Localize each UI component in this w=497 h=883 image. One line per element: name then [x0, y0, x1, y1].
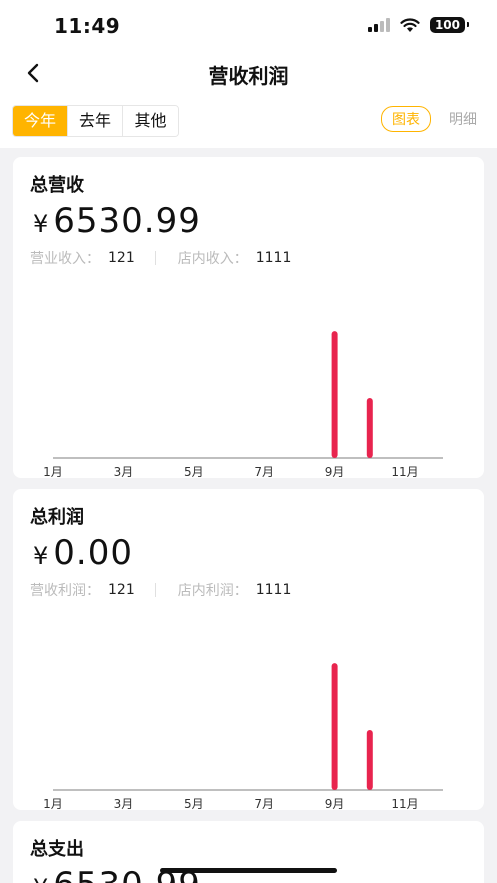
x-tick-label: 3月 [114, 465, 134, 478]
amount-number: 0.00 [53, 533, 133, 573]
currency-symbol: ¥ [33, 210, 50, 238]
revenue-bar-chart: 1月 3月 5月 7月 9月 11月 [13, 287, 484, 478]
sub-value: 1111 [255, 582, 292, 598]
x-tick-label: 9月 [325, 797, 345, 810]
card-title: 总利润 [30, 507, 84, 528]
x-tick-label: 9月 [325, 465, 345, 478]
tab-last-year[interactable]: 去年 [68, 106, 123, 136]
x-tick-label: 1月 [43, 465, 63, 478]
card-title: 总营收 [30, 175, 84, 196]
sub-label: 店内利润： [177, 583, 248, 599]
bar-chart-svg: 1月 3月 5月 7月 9月 11月 [43, 663, 443, 810]
currency-symbol: ¥ [33, 542, 50, 570]
x-tick-label: 5月 [184, 465, 204, 478]
sub-label: 营业收入： [30, 251, 100, 267]
battery-icon: 100 [429, 17, 470, 33]
revenue-card: 总营收 ¥6530.99 营业收入： 121 店内收入： 1111 1月 3月 5月… [13, 157, 484, 478]
x-tick-label: 11月 [391, 465, 418, 478]
amount-value: ¥0.00 [33, 533, 133, 573]
home-indicator [160, 868, 337, 873]
x-tick-label: 3月 [114, 797, 134, 810]
x-tick-label: 7月 [254, 465, 274, 478]
sub-stats: 营收利润： 121 店内利润： 1111 [30, 580, 291, 600]
status-icons: 100 [367, 17, 470, 33]
x-tick-label: 5月 [184, 797, 204, 810]
card-title: 总支出 [30, 839, 84, 860]
chart-bar [366, 398, 373, 458]
sub-stats: 营业收入： 121 店内收入： 1111 [30, 248, 291, 268]
profit-card: 总利润 ¥0.00 营收利润： 121 店内利润： 1111 1月 3月 5月 7月 9… [13, 489, 484, 810]
sub-label: 营收利润： [30, 583, 100, 599]
sub-value: 121 [108, 250, 135, 266]
expense-card: 总支出 ¥6530.99 [13, 821, 484, 883]
amount-number: 6530.99 [53, 201, 201, 241]
divider [154, 251, 156, 265]
divider [154, 583, 156, 597]
wifi-icon [400, 17, 420, 32]
sub-label: 店内收入： [177, 251, 248, 267]
chart-bar [331, 663, 338, 790]
currency-symbol: ¥ [33, 874, 49, 883]
status-time: 11:49 [54, 14, 121, 38]
x-tick-label: 7月 [254, 797, 274, 810]
sub-value: 1111 [255, 250, 292, 266]
tab-this-year[interactable]: 今年 [13, 106, 68, 136]
chart-bar [331, 331, 338, 458]
tab-other[interactable]: 其他 [123, 106, 178, 136]
signal-icon [367, 18, 390, 32]
detail-view-button[interactable]: 明细 [449, 109, 477, 129]
profit-bar-chart: 1月 3月 5月 7月 9月 11月 [13, 619, 484, 810]
chart-bar [366, 730, 373, 790]
x-tick-label: 11月 [391, 797, 418, 810]
sub-value: 121 [108, 582, 135, 598]
view-toggle: 图表 明细 [381, 106, 477, 132]
status-bar: 11:49 100 [0, 0, 497, 52]
filter-bar: 今年 去年 其他 图表 明细 [0, 94, 497, 148]
amount-value: ¥6530.99 [33, 201, 201, 241]
nav-bar: 营收利润 [0, 52, 497, 94]
page-title: 营收利润 [208, 64, 289, 88]
chart-view-button[interactable]: 图表 [381, 106, 431, 132]
bar-chart-svg: 1月 3月 5月 7月 9月 11月 [43, 331, 443, 478]
period-segmented-control: 今年 去年 其他 [12, 105, 179, 137]
x-tick-label: 1月 [43, 797, 63, 810]
